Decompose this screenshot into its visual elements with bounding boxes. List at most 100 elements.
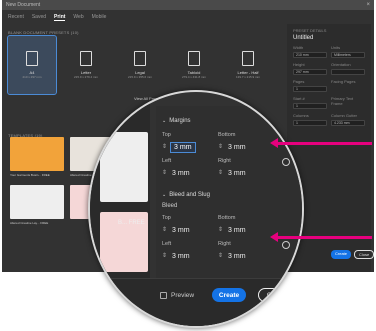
margin-top-value[interactable]: 3 mm [170,141,196,153]
document-icon [26,51,38,66]
close-window-icon[interactable]: × [366,2,370,8]
template-caption: Altered Creative Lay... FREE [10,221,49,225]
margin-left-field[interactable]: ⇕ 3 mm [162,166,204,180]
bleed-left-label: Left [162,241,172,247]
bleed-bottom-field[interactable]: ⇕ 3 mm [218,223,260,237]
preset-size: 215.9 x 279.4 mm [73,75,98,79]
margin-right-field[interactable]: ⇕ 3 mm [218,166,260,180]
document-icon [134,51,146,66]
preset-letter[interactable]: Letter 215.9 x 279.4 mm [62,36,110,94]
link-chain-icon[interactable] [280,156,292,168]
close-button-magnified[interactable]: Close [258,288,292,302]
create-button[interactable]: Create [331,250,352,259]
bleed-right-value[interactable]: 3 mm [226,252,248,261]
document-name-field[interactable]: Untitled [293,35,365,41]
bleed-bottom-label: Bottom [218,215,236,221]
document-icon [188,51,200,66]
bleed-heading[interactable]: ⌄ Bleed and Slug [162,192,210,198]
column-gutter-field[interactable]: 4.233 mm [331,120,365,126]
preview-checkbox[interactable]: Preview [160,292,194,299]
spinner-arrows-icon[interactable]: ⇕ [162,144,167,150]
link-chain-icon[interactable] [280,239,292,251]
margin-right-label: Right [218,158,231,164]
margin-bottom-label: Bottom [218,132,236,138]
tab-web[interactable]: Web [73,14,83,20]
preset-legal[interactable]: Legal 215.9 x 355.6 mm [116,36,164,94]
document-icon [242,51,254,66]
height-field[interactable]: 297 mm [293,69,327,75]
dialog-footer [90,278,302,326]
title-bar: New Document × [2,0,374,10]
create-button-magnified[interactable]: Create [212,288,246,302]
tab-mobile[interactable]: Mobile [92,14,107,20]
facing-pages-label: Facing Pages [331,79,356,84]
spinner-arrows-icon[interactable]: ⇕ [162,170,167,176]
primary-text-frame-label: Primary Text Frame [331,96,354,106]
preview-label: Preview [171,292,195,299]
spinner-arrows-icon[interactable]: ⇕ [218,144,223,150]
margin-bottom-value[interactable]: 3 mm [226,143,248,152]
preset-a4[interactable]: A4 210 x 297 mm [7,35,57,95]
margin-bottom-field[interactable]: ⇕ 3 mm [218,140,260,154]
spinner-arrows-icon[interactable]: ⇕ [218,253,223,259]
tab-print[interactable]: Print [54,14,66,21]
height-label: Height [293,62,305,67]
tab-recent[interactable]: Recent [8,14,24,20]
template-thumbnail[interactable] [10,137,64,171]
orientation-label: Orientation [331,62,351,67]
template-thumbnail[interactable] [10,185,64,219]
preset-size: 210 x 297 mm [22,75,42,79]
preset-size: 139.7 x 215.9 mm [235,75,260,79]
presets-heading: BLANK DOCUMENT PRESETS (10) [8,30,79,35]
template-caption: Your Garments Busin... FREE [10,173,50,177]
bleed-title: Bleed and Slug [169,192,210,198]
bleed-top-label: Top [162,215,171,221]
preset-size: 279.4 x 431.8 mm [181,75,206,79]
pages-label: Pages [293,79,305,84]
margin-left-value[interactable]: 3 mm [170,169,192,178]
margin-left-label: Left [162,158,172,164]
spinner-arrows-icon[interactable]: ⇕ [162,253,167,259]
chevron-down-icon: ⌄ [162,192,167,198]
chevron-down-icon: ⌄ [162,118,167,124]
tab-saved[interactable]: Saved [32,14,46,20]
preset-size: 215.9 x 355.6 mm [127,75,152,79]
annotation-arrow-bleed [270,232,372,242]
dialog-buttons: Create Close [331,250,375,259]
document-icon [80,51,92,66]
checkbox-icon[interactable] [160,292,167,299]
column-gutter-label: Column Gutter [331,113,358,118]
width-label: Width [293,45,304,50]
margins-heading[interactable]: ⌄ Margins [162,118,191,124]
bleed-top-field[interactable]: ⇕ 3 mm [162,223,204,237]
margin-top-field[interactable]: ⇕ 3 mm [162,140,204,154]
template-thumbnail[interactable] [100,132,148,202]
bleed-right-field[interactable]: ⇕ 3 mm [218,249,260,263]
bleed-left-field[interactable]: ⇕ 3 mm [162,249,204,263]
margins-title: Margins [169,118,191,124]
orientation-toggle[interactable] [331,69,365,75]
units-select[interactable]: Millimeters [331,52,365,58]
details-heading: PRESET DETAILS [293,28,327,33]
margin-top-label: Top [162,132,171,138]
bleed-subheading: Bleed [162,203,178,209]
units-label: Units [331,45,341,50]
margin-right-value[interactable]: 3 mm [226,169,248,178]
bleed-right-label: Right [218,241,231,247]
blank-presets-row: A4 210 x 297 mm Letter 215.9 x 279.4 mm … [7,35,282,95]
bleed-bottom-value[interactable]: 3 mm [226,226,248,235]
bleed-top-value[interactable]: 3 mm [170,226,192,235]
preset-letter-half[interactable]: Letter - Half 139.7 x 215.9 mm [224,36,272,94]
category-tabs: Recent Saved Print Web Mobile [8,13,106,21]
template-caption: B... FREE [118,220,145,226]
spinner-arrows-icon[interactable]: ⇕ [162,227,167,233]
width-field[interactable]: 210 mm [293,52,327,58]
annotation-arrow-margins [270,138,372,148]
dialog-title: New Document [6,2,41,8]
preset-tabloid[interactable]: Tabloid 279.4 x 431.8 mm [170,36,218,94]
close-button[interactable]: Close [354,250,375,259]
magnifier-lens: B... FREE ⌄ Margins Top Bottom ⇕ 3 mm ⇕ … [88,90,304,328]
spinner-arrows-icon[interactable]: ⇕ [218,170,223,176]
bleed-left-value[interactable]: 3 mm [170,252,192,261]
spinner-arrows-icon[interactable]: ⇕ [218,227,223,233]
